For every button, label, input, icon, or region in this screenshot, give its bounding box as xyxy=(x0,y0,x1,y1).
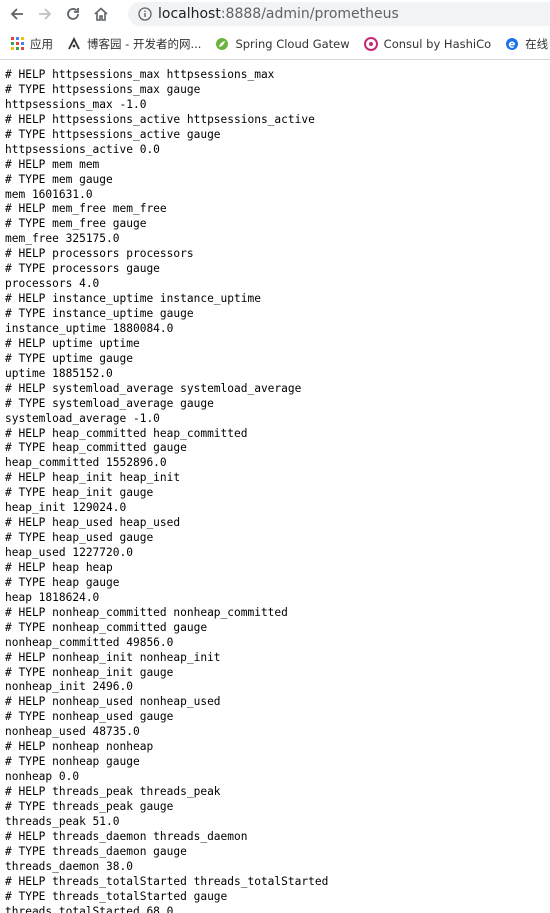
metric-line: # HELP uptime uptime xyxy=(5,336,140,350)
reload-button[interactable] xyxy=(62,3,84,25)
bookmark-consul[interactable]: Consul by HashiCo xyxy=(363,36,492,51)
browser-toolbar: localhost:8888/admin/prometheus xyxy=(0,0,550,28)
bookmark-label: Consul by HashiCo xyxy=(383,36,492,51)
back-button[interactable] xyxy=(6,3,28,25)
metric-line: heap_used 1227720.0 xyxy=(5,546,133,559)
metric-line: # TYPE heap gauge xyxy=(5,575,120,589)
metric-line: processors 4.0 xyxy=(5,277,100,291)
spring-leaf-icon xyxy=(215,37,229,51)
bookmark-online[interactable]: 在线 xyxy=(505,36,548,52)
metric-line: # TYPE mem gauge xyxy=(5,172,113,186)
metric-line: httpsessions_max -1.0 xyxy=(5,97,147,111)
metric-line: # HELP heap heap xyxy=(5,560,113,574)
metric-line: # HELP nonheap_init nonheap_init xyxy=(5,650,221,664)
metric-line: # HELP heap_committed heap_committed xyxy=(5,426,248,440)
bookmark-apps[interactable]: 应用 xyxy=(10,36,53,52)
bookmark-label: 应用 xyxy=(30,36,53,51)
metric-line: # TYPE httpsessions_max gauge xyxy=(5,82,201,96)
metric-line: # TYPE uptime gauge xyxy=(5,351,133,365)
metric-line: # TYPE processors gauge xyxy=(5,262,160,276)
metric-line: # TYPE nonheap_init gauge xyxy=(5,665,174,679)
metric-line: # HELP httpsessions_active httpsessions_… xyxy=(5,112,315,126)
metric-line: nonheap_used 48735.0 xyxy=(5,725,140,739)
bookmark-label: 在线 xyxy=(525,36,549,51)
reload-icon xyxy=(67,8,79,20)
metric-line: systemload_average -1.0 xyxy=(5,411,160,425)
home-button[interactable] xyxy=(90,3,112,25)
metric-line: heap_init 129024.0 xyxy=(5,501,127,515)
metric-line: # TYPE heap_used gauge xyxy=(5,531,154,545)
metric-line: instance_uptime 1880084.0 xyxy=(5,321,174,335)
metric-line: # TYPE heap_init gauge xyxy=(5,486,154,500)
metric-line: # TYPE httpsessions_active gauge xyxy=(5,127,221,141)
metric-line: # TYPE threads_peak gauge xyxy=(5,799,174,813)
metric-line: # HELP systemload_average systemload_ave… xyxy=(5,381,302,395)
forward-arrow-icon xyxy=(39,8,52,20)
metric-line: heap_committed 1552896.0 xyxy=(5,456,167,470)
apps-grid-icon xyxy=(10,37,24,51)
metric-line: # TYPE nonheap_used gauge xyxy=(5,710,174,724)
metric-line: mem 1601631.0 xyxy=(5,187,93,201)
metric-line: # TYPE nonheap_committed gauge xyxy=(5,620,208,634)
metric-line: # TYPE instance_uptime gauge xyxy=(5,307,194,320)
metric-line: httpsessions_active 0.0 xyxy=(5,142,160,156)
address-bar[interactable]: localhost:8888/admin/prometheus xyxy=(128,2,550,26)
metric-line: # HELP nonheap_committed nonheap_committ… xyxy=(5,605,288,619)
metric-line: # TYPE heap_committed gauge xyxy=(5,441,187,455)
bookmarks-bar: 应用 博客园 - 开发者的网... Spring Cloud Gatew Con… xyxy=(0,28,550,60)
metric-line: # HELP httpsessions_max httpsessions_max xyxy=(5,68,275,81)
metric-line: threads_totalStarted 68.0 xyxy=(5,904,174,913)
metric-line: # HELP threads_peak threads_peak xyxy=(5,785,221,798)
metric-line: heap 1818624.0 xyxy=(5,590,100,604)
metric-line: # HELP threads_daemon threads_daemon xyxy=(5,829,248,843)
metric-line: # HELP threads_totalStarted threads_tota… xyxy=(5,874,329,888)
cnblogs-icon xyxy=(67,36,81,51)
forward-button[interactable] xyxy=(34,3,56,25)
metric-line: # HELP processors processors xyxy=(5,247,194,261)
bookmark-cnblogs[interactable]: 博客园 - 开发者的网... xyxy=(67,36,201,52)
bookmark-label: Spring Cloud Gatew xyxy=(235,36,350,51)
metric-line: # TYPE threads_totalStarted gauge xyxy=(5,889,228,903)
metric-line: # HELP heap_init heap_init xyxy=(5,471,181,485)
metric-line: threads_peak 51.0 xyxy=(5,814,120,828)
metric-line: # TYPE mem_free gauge xyxy=(5,217,147,231)
metric-line: # HELP mem_free mem_free xyxy=(5,202,167,216)
url-path: :8888/admin/prometheus xyxy=(220,6,399,22)
metric-line: uptime 1885152.0 xyxy=(5,366,113,380)
metric-line: nonheap_committed 49856.0 xyxy=(5,635,174,649)
bookmark-label: 博客园 - 开发者的网... xyxy=(87,36,202,51)
metric-line: # HELP instance_uptime instance_uptime xyxy=(5,292,261,306)
home-icon xyxy=(94,7,108,21)
metric-line: # HELP heap_used heap_used xyxy=(5,516,181,530)
back-arrow-icon xyxy=(10,8,23,20)
metric-line: # TYPE systemload_average gauge xyxy=(5,396,214,410)
metric-line: # HELP mem mem xyxy=(5,157,100,171)
metric-line: # TYPE nonheap gauge xyxy=(5,755,140,769)
metric-line: # HELP nonheap nonheap xyxy=(5,740,154,754)
prometheus-metrics-text: # HELP httpsessions_max httpsessions_max… xyxy=(5,68,550,913)
url-host: localhost xyxy=(158,6,221,22)
globe-e-icon xyxy=(505,37,519,51)
metric-line: mem_free 325175.0 xyxy=(5,232,120,246)
metric-line: threads_daemon 38.0 xyxy=(5,859,133,873)
metric-line: nonheap 0.0 xyxy=(5,770,80,784)
metric-line: nonheap_init 2496.0 xyxy=(5,680,133,694)
metric-line: # TYPE threads_daemon gauge xyxy=(5,844,187,858)
consul-icon xyxy=(363,36,378,51)
url-text[interactable]: localhost:8888/admin/prometheus xyxy=(158,6,399,22)
bookmark-spring-cloud[interactable]: Spring Cloud Gatew xyxy=(215,36,350,51)
site-info-icon[interactable] xyxy=(138,7,152,21)
metric-line: # HELP nonheap_used nonheap_used xyxy=(5,695,221,709)
